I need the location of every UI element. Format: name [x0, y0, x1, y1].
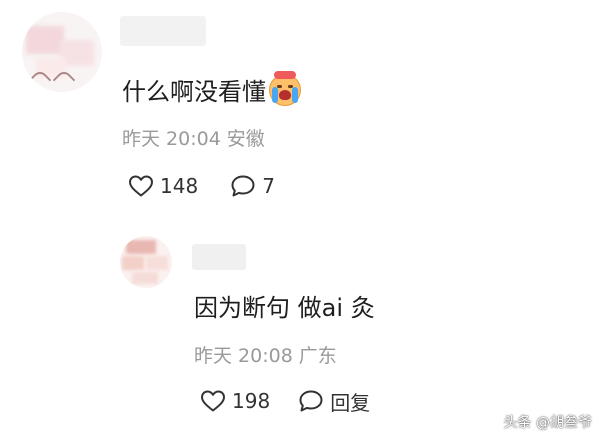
reply-like-count: 198	[232, 389, 271, 413]
reply-time: 昨天 20:08	[194, 345, 293, 367]
like-count: 148	[160, 174, 199, 198]
avatar[interactable]	[22, 12, 102, 92]
reply-like-button[interactable]: 198	[200, 389, 270, 413]
reply-avatar[interactable]	[120, 236, 172, 288]
comment-thread: 什么啊没看懂 昨天 20:04 安徽 148 7 因为断句 做ai 灸 昨天 2…	[0, 0, 602, 442]
reply-actions: 198 回复	[200, 387, 370, 415]
reply-count-button[interactable]: 7	[230, 174, 275, 198]
crying-face-emoji-icon	[269, 71, 301, 106]
comment-text: 什么啊没看懂	[122, 71, 301, 107]
watermark: 头条 @胡叁爷	[503, 415, 592, 431]
comment-meta: 昨天 20:04 安徽	[122, 124, 265, 151]
username-blurred[interactable]	[120, 16, 206, 46]
reply-text: 因为断句 做ai 灸	[194, 294, 375, 322]
reply-location: 广东	[298, 345, 337, 367]
reply-username-blurred[interactable]	[192, 244, 246, 270]
reply-button-label: 回复	[330, 390, 371, 415]
reply-count: 7	[262, 174, 275, 198]
heart-outline-icon	[129, 175, 153, 197]
speech-bubble-icon	[231, 175, 255, 197]
comment-actions: 148 7	[128, 172, 275, 200]
comment-time: 昨天 20:04	[122, 128, 221, 150]
speech-bubble-icon	[299, 390, 323, 412]
comment-body: 什么啊没看懂	[122, 78, 266, 106]
heart-outline-icon	[201, 390, 225, 412]
like-button[interactable]: 148	[128, 174, 198, 198]
reply-button[interactable]: 回复	[298, 387, 370, 416]
comment-location: 安徽	[226, 128, 265, 150]
reply-meta: 昨天 20:08 广东	[194, 341, 337, 368]
